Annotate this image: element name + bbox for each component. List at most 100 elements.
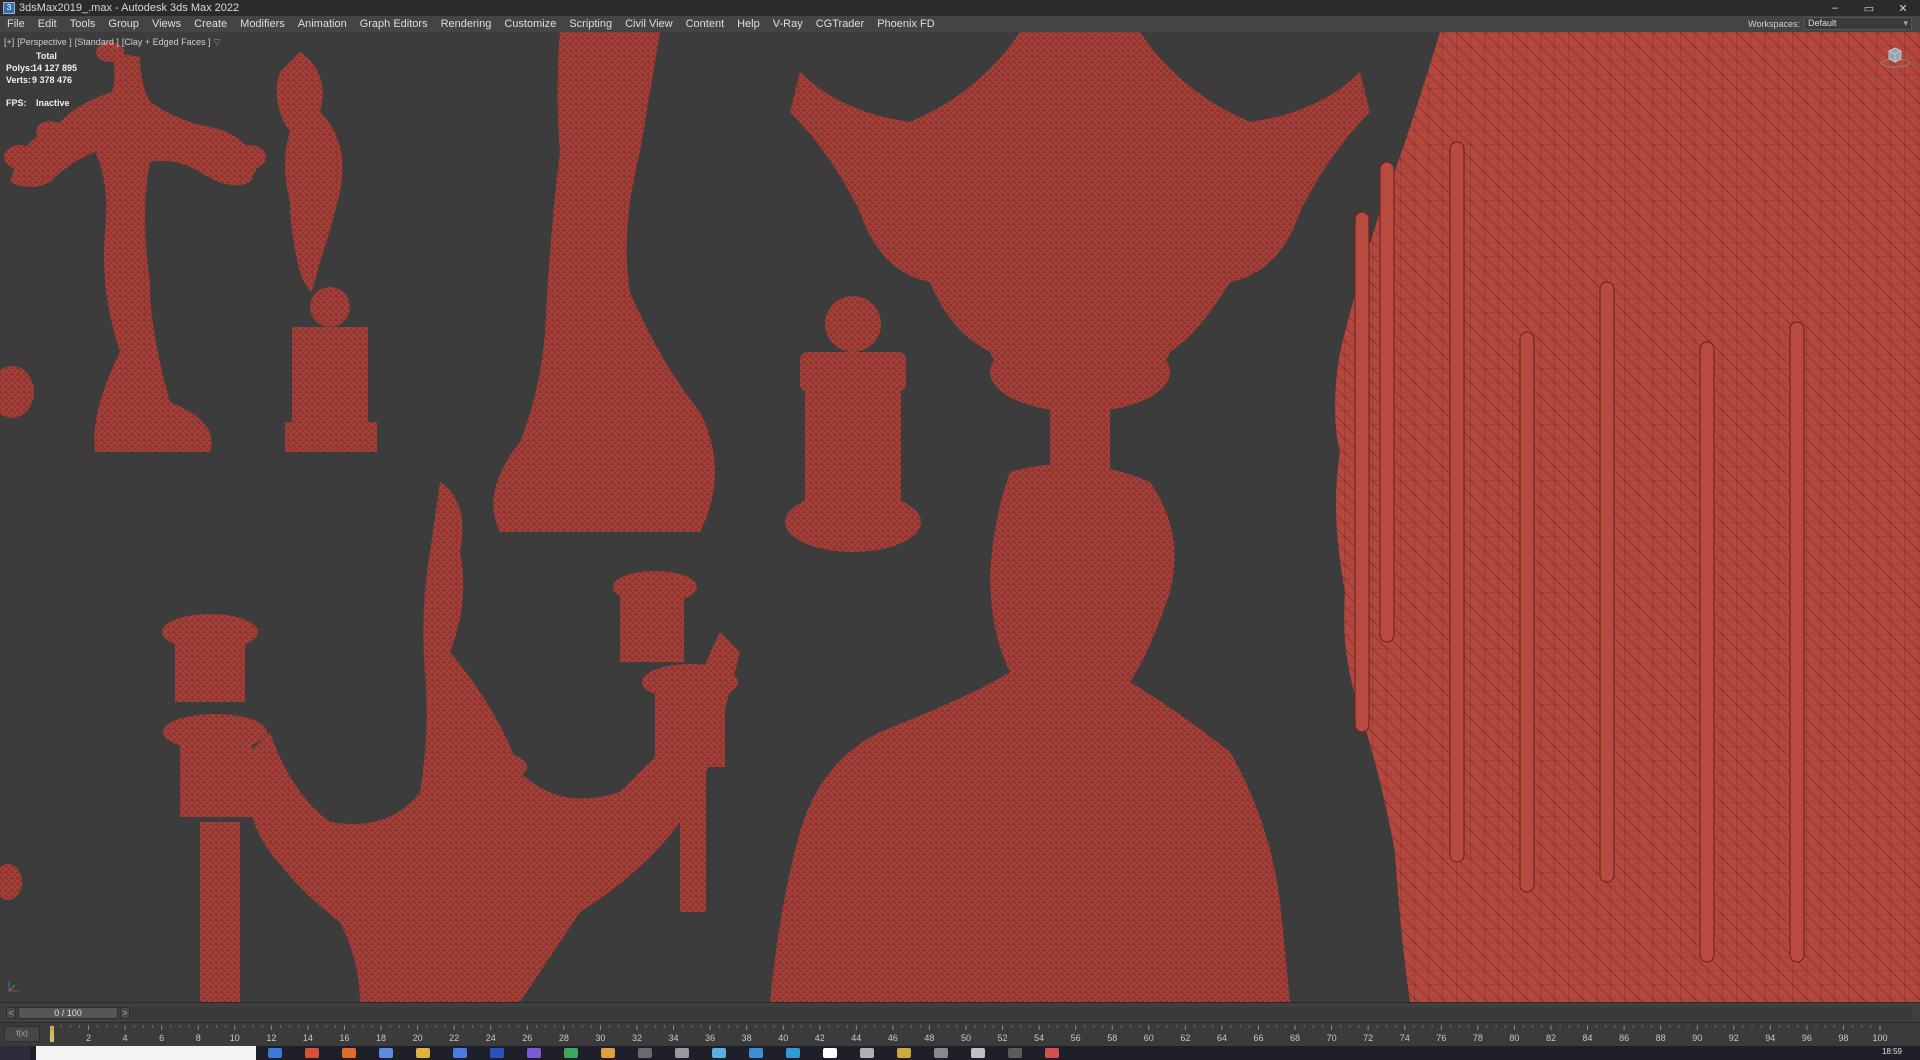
trackbar-tick-label: 58 <box>1107 1033 1117 1043</box>
trackbar-tick-label: 36 <box>705 1033 715 1043</box>
menu-edit[interactable]: Edit <box>31 16 63 32</box>
close-button[interactable]: ✕ <box>1886 0 1920 16</box>
taskbar-app-icon[interactable] <box>1008 1048 1022 1058</box>
taskbar-app-icon[interactable] <box>786 1048 800 1058</box>
verts-value: 9 378 476 <box>32 75 73 85</box>
trackbar-tick-label: 10 <box>230 1033 240 1043</box>
taskbar-app-icon[interactable] <box>490 1048 504 1058</box>
fps-label: FPS: <box>6 98 27 108</box>
taskbar-app-icon[interactable] <box>305 1048 319 1058</box>
trackbar-tick-label: 92 <box>1729 1033 1739 1043</box>
viewport-label[interactable]: [+] [Perspective ] [Standard ] [Clay + E… <box>4 37 221 48</box>
taskbar-app-icon[interactable] <box>416 1048 430 1058</box>
trackbar-tick-label: 44 <box>851 1033 861 1043</box>
minimize-button[interactable]: – <box>1818 0 1852 16</box>
menu-vray[interactable]: V-Ray <box>766 16 809 32</box>
scene-render <box>0 32 1920 1002</box>
time-slider-next-button[interactable]: > <box>120 1006 130 1019</box>
trackbar-tick-label: 62 <box>1180 1033 1190 1043</box>
start-button[interactable] <box>0 1046 30 1060</box>
menu-group[interactable]: Group <box>101 16 145 32</box>
menu-rendering[interactable]: Rendering <box>434 16 498 32</box>
time-slider-track[interactable] <box>130 1006 1912 1019</box>
taskbar-app-icon[interactable] <box>564 1048 578 1058</box>
taskbar-app-icon[interactable] <box>823 1048 837 1058</box>
taskbar-app-icon[interactable] <box>675 1048 689 1058</box>
menu-views[interactable]: Views <box>145 16 187 32</box>
trackbar-tick-label: 14 <box>303 1033 313 1043</box>
trackbar-tick-label: 64 <box>1217 1033 1227 1043</box>
trackbar-tick-label: 72 <box>1363 1033 1373 1043</box>
menu-file[interactable]: File <box>0 16 31 32</box>
funnel-icon[interactable]: ▽ <box>214 37 221 48</box>
menu-content[interactable]: Content <box>679 16 731 32</box>
trackbar-tick-label: 18 <box>376 1033 386 1043</box>
taskbar-app-icon[interactable] <box>268 1048 282 1058</box>
menu-help[interactable]: Help <box>730 16 766 32</box>
3ds-max-icon: 3 <box>3 2 15 14</box>
taskbar-app-icon[interactable] <box>897 1048 911 1058</box>
trackbar-tick-label: 42 <box>815 1033 825 1043</box>
viewport-statistics: Total Polys: 14 127 895 Verts: 9 378 476 F… <box>6 50 77 109</box>
menu-phoenix-fd[interactable]: Phoenix FD <box>870 16 940 32</box>
trackbar-tick-label: 8 <box>196 1033 201 1043</box>
taskbar-app-icon[interactable] <box>379 1048 393 1058</box>
viewport-display-style[interactable]: [Clay + Edged Faces ] <box>122 37 211 48</box>
trackbar-tick-label: 50 <box>961 1033 971 1043</box>
trackbar-tick-label: 66 <box>1253 1033 1263 1043</box>
trackbar-tick-label: 32 <box>632 1033 642 1043</box>
trackbar-tick-label: 76 <box>1436 1033 1446 1043</box>
trackbar-tick-label: 34 <box>669 1033 679 1043</box>
taskbar-app-icon[interactable] <box>638 1048 652 1058</box>
taskbar-app-icon[interactable] <box>342 1048 356 1058</box>
taskbar-search-box[interactable] <box>36 1046 256 1060</box>
trackbar-tick-label: 70 <box>1327 1033 1337 1043</box>
trackbar-tick-label: 12 <box>266 1033 276 1043</box>
time-slider-prev-button[interactable]: < <box>6 1006 16 1019</box>
menu-tools[interactable]: Tools <box>63 16 102 32</box>
viewport-point-of-view[interactable]: [Perspective ] <box>17 37 72 48</box>
taskbar-app-icon[interactable] <box>1045 1048 1059 1058</box>
menu-cgtrader[interactable]: CGTrader <box>809 16 871 32</box>
track-bar[interactable]: f(x) 0 2 4 6 8 10 12 14 16 18 20 22 24 26 28 30 32 34 36 38… <box>0 1022 1920 1046</box>
trackbar-tick-label: 30 <box>595 1033 605 1043</box>
trackbar-tick-label: 40 <box>778 1033 788 1043</box>
trackbar-tick-label: 74 <box>1400 1033 1410 1043</box>
menu-animation[interactable]: Animation <box>291 16 353 32</box>
maximize-button[interactable]: ▭ <box>1852 0 1886 16</box>
taskbar-app-icon[interactable] <box>527 1048 541 1058</box>
window-controls: – ▭ ✕ <box>1818 0 1920 16</box>
menu-graph-editors[interactable]: Graph Editors <box>353 16 434 32</box>
trackbar-tick-label: 78 <box>1473 1033 1483 1043</box>
time-slider-thumb[interactable]: 0 / 100 <box>18 1006 118 1019</box>
taskbar-app-icon[interactable] <box>749 1048 763 1058</box>
taskbar-app-icon[interactable] <box>453 1048 467 1058</box>
trackbar-tick-label: 16 <box>339 1033 349 1043</box>
workspaces-select[interactable]: Default <box>1804 17 1912 30</box>
trackbar-tick-label: 88 <box>1656 1033 1666 1043</box>
viewport-shading-mode[interactable]: [Standard ] <box>75 37 119 48</box>
taskbar-app-icon[interactable] <box>971 1048 985 1058</box>
perspective-viewport[interactable]: [+] [Perspective ] [Standard ] [Clay + E… <box>0 32 1920 1002</box>
trackbar-tick-label: 46 <box>888 1033 898 1043</box>
viewcube-icon[interactable] <box>1880 46 1910 68</box>
polys-value: 14 127 895 <box>32 63 78 73</box>
trackbar-tick-label: 24 <box>486 1033 496 1043</box>
menu-create[interactable]: Create <box>187 16 233 32</box>
taskbar-app-icon[interactable] <box>860 1048 874 1058</box>
axis-tripod-icon <box>8 981 19 992</box>
trackbar-tick-label: 54 <box>1034 1033 1044 1043</box>
window-title: 3dsMax2019_.max - Autodesk 3ds Max 2022 <box>19 2 240 14</box>
trackbar-ruler: 0 2 4 6 8 10 12 14 16 18 20 22 24 26 28 30 32 34 36 38 40 42 4… <box>49 1025 1888 1043</box>
menu-civil-view[interactable]: Civil View <box>618 16 678 32</box>
viewport-menu[interactable]: [+] <box>4 37 14 48</box>
taskbar-app-icon[interactable] <box>934 1048 948 1058</box>
menu-customize[interactable]: Customize <box>497 16 562 32</box>
menu-scripting[interactable]: Scripting <box>562 16 618 32</box>
trackbar-tick-label: 0 <box>49 1033 54 1043</box>
taskbar-app-icon[interactable] <box>601 1048 615 1058</box>
taskbar-app-icons <box>256 1048 1059 1058</box>
tree-sculpture <box>493 32 715 532</box>
menu-modifiers[interactable]: Modifiers <box>233 16 291 32</box>
taskbar-app-icon[interactable] <box>712 1048 726 1058</box>
